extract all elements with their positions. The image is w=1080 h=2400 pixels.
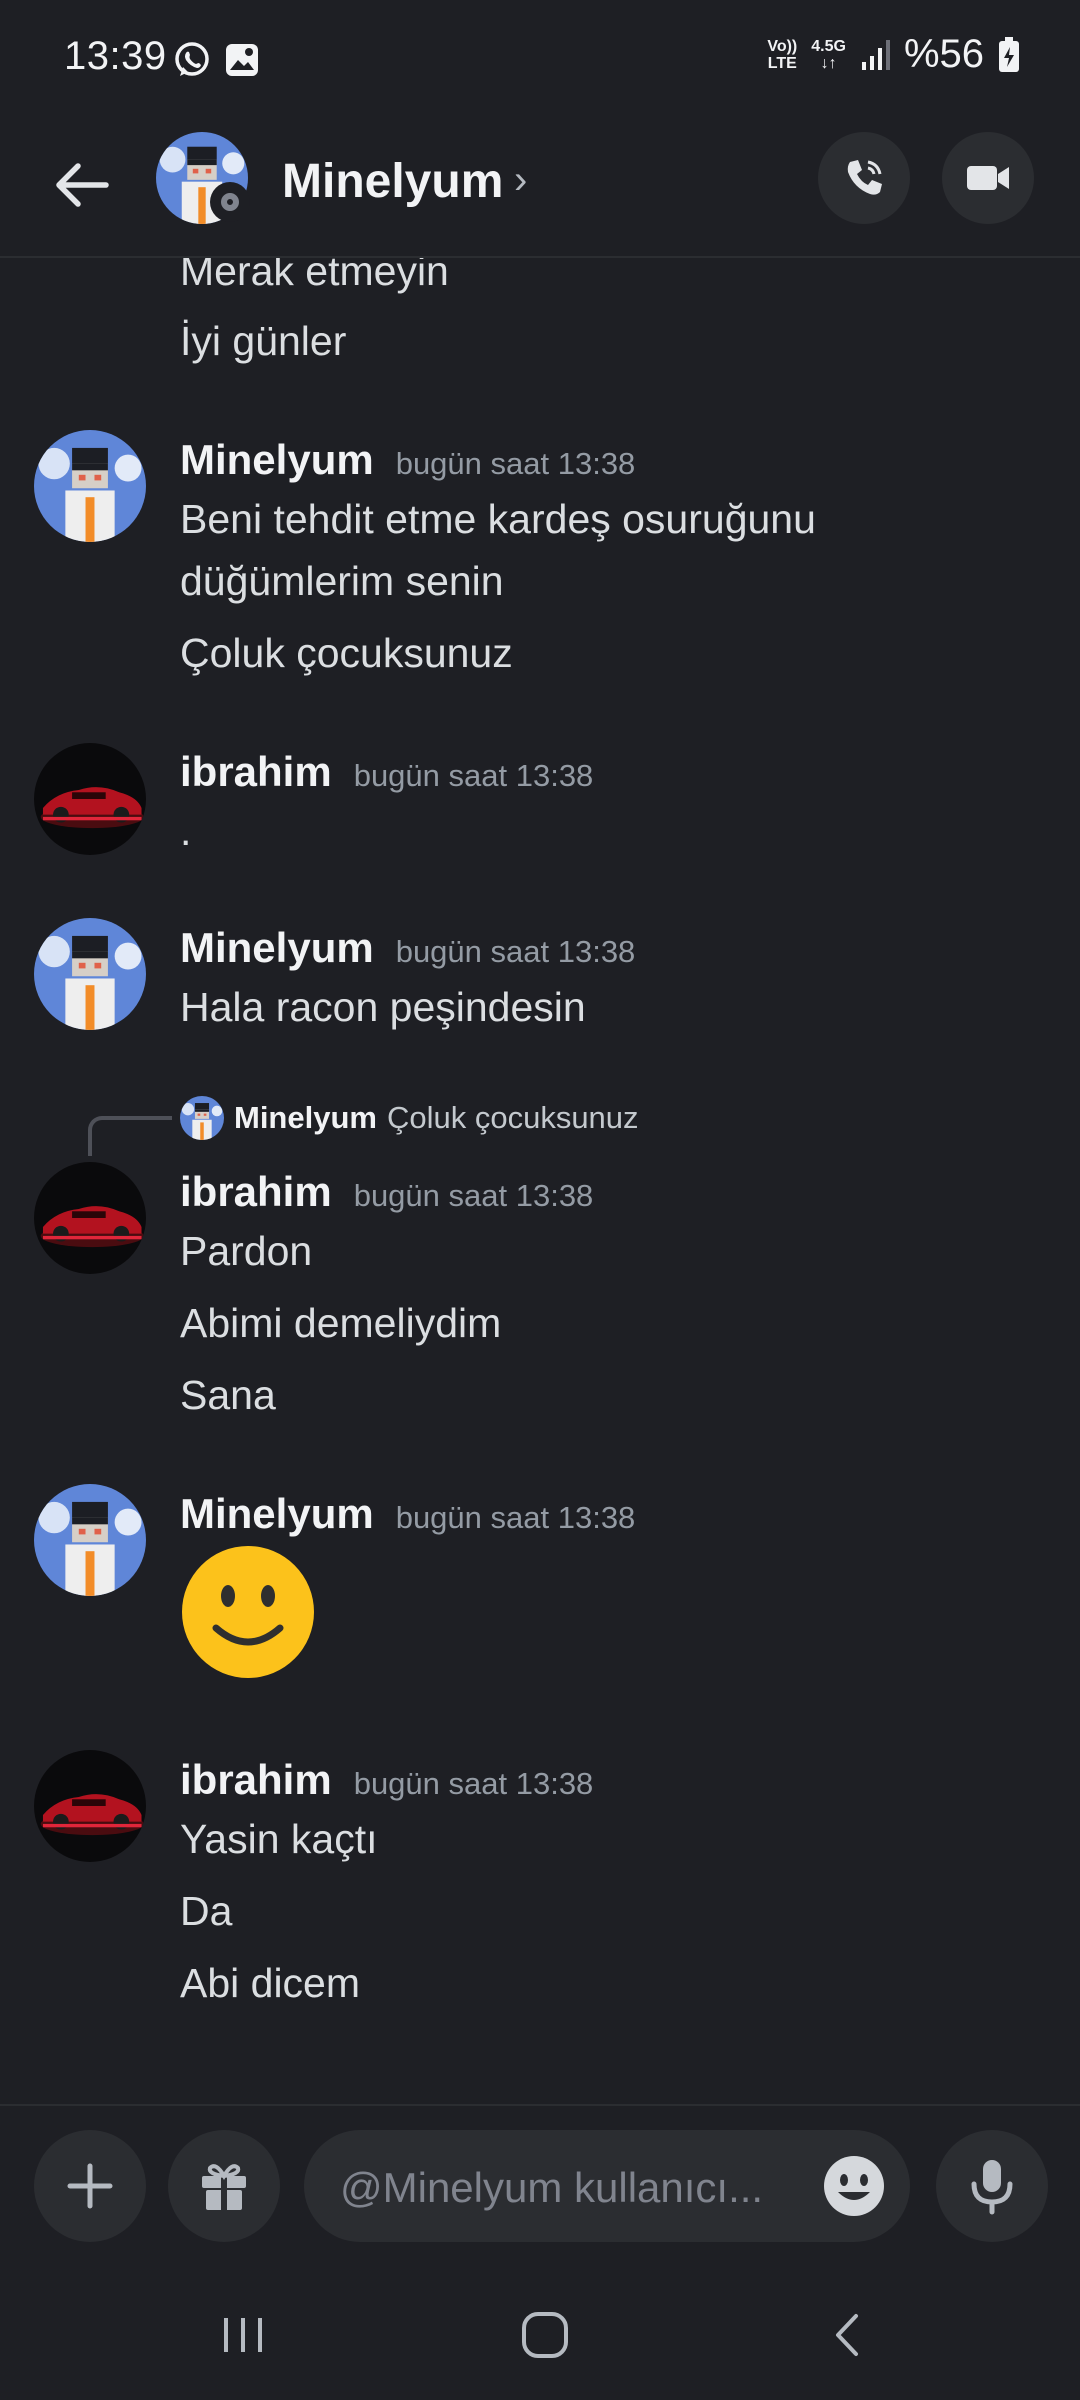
message-text: Hala racon peşindesin [180, 984, 586, 1030]
plus-icon [67, 2163, 113, 2209]
message-timestamp: bugün saat 13:38 [395, 1500, 636, 1535]
system-nav-bar [0, 2260, 1080, 2400]
message-text: Beni tehdit etme kardeş osuruğunu [180, 496, 816, 542]
status-indicators: Vo)) LTE 4.5G ↓↑ %56 [767, 32, 1020, 77]
avatar[interactable] [34, 430, 146, 542]
microphone-icon [971, 2160, 1013, 2215]
message-author[interactable]: ibrahim bugün saat 13:38 [180, 748, 593, 796]
gallery-icon [226, 44, 258, 76]
message-author[interactable]: Minelyum bugün saat 13:38 [180, 436, 635, 484]
avatar[interactable] [34, 1750, 146, 1862]
message-text: Abimi demeliydim [180, 1300, 502, 1346]
recent-apps-icon [224, 2318, 262, 2352]
gift-icon [202, 2164, 246, 2210]
video-call-button[interactable] [942, 132, 1034, 224]
message-input[interactable]: @Minelyum kullanıcı... [304, 2130, 910, 2242]
avatar[interactable] [34, 918, 146, 1030]
message-placeholder: @Minelyum kullanıcı... [340, 2164, 764, 2211]
clock: 13:39 [64, 34, 167, 78]
home-button[interactable] [510, 2300, 580, 2370]
home-icon [522, 2312, 568, 2358]
recent-apps-button[interactable] [208, 2300, 278, 2370]
offline-status-icon [210, 182, 250, 222]
reply-connector [88, 1116, 172, 1156]
message-text: Yasin kaçtı [180, 1816, 378, 1862]
message-timestamp: bugün saat 13:38 [353, 758, 594, 793]
voice-message-button[interactable] [936, 2130, 1048, 2242]
avatar [180, 1096, 224, 1140]
slightly-smiling-face-emoji[interactable] [180, 1544, 316, 1680]
reply-author: Minelyum [234, 1100, 377, 1135]
gift-button[interactable] [168, 2130, 280, 2242]
message-text: Çoluk çocuksunuz [180, 630, 513, 676]
back-icon [836, 2314, 858, 2356]
message-text: Merak etmeyin [180, 258, 449, 294]
back-arrow-icon[interactable] [46, 150, 116, 220]
signal-icon [861, 39, 890, 70]
message-author[interactable]: ibrahim bugün saat 13:38 [180, 1168, 593, 1216]
status-bar: 13:39 Vo)) LTE 4.5G ↓↑ %56 [0, 0, 1080, 120]
whatsapp-icon [175, 42, 209, 76]
avatar[interactable] [34, 1162, 146, 1274]
message-timestamp: bugün saat 13:38 [395, 446, 636, 481]
message-timestamp: bugün saat 13:38 [353, 1178, 594, 1213]
reply-text: Çoluk çocuksunuz [386, 1100, 639, 1135]
video-camera-icon [967, 166, 1009, 190]
voice-call-button[interactable] [818, 132, 910, 224]
message-text: İyi günler [180, 318, 347, 364]
message-list[interactable]: Merak etmeyin İyi günler Minelyum bugün s… [0, 258, 1080, 2098]
message-text: Abi dicem [180, 1960, 361, 2006]
attach-button[interactable] [34, 2130, 146, 2242]
back-nav-button[interactable] [814, 2300, 884, 2370]
battery-percent: %56 [903, 32, 984, 76]
chat-header: Minelyum › [0, 120, 1080, 258]
chevron-right-icon[interactable]: › [514, 158, 527, 203]
volte-icon: Vo)) LTE [767, 37, 798, 72]
avatar[interactable] [34, 1484, 146, 1596]
emoji-icon[interactable] [822, 2154, 886, 2218]
message-composer: @Minelyum kullanıcı... [0, 2104, 1080, 2262]
battery-icon [999, 36, 1019, 72]
message-author[interactable]: Minelyum bugün saat 13:38 [180, 1490, 635, 1538]
channel-name[interactable]: Minelyum [282, 154, 503, 209]
message-text: düğümlerim senin [180, 558, 504, 604]
message-text: Pardon [180, 1228, 313, 1274]
message-author[interactable]: Minelyum bugün saat 13:38 [180, 924, 635, 972]
message-text: Sana [180, 1372, 276, 1418]
message-text: Da [180, 1888, 233, 1934]
avatar[interactable] [34, 743, 146, 855]
message-timestamp: bugün saat 13:38 [353, 1766, 594, 1801]
reply-preview[interactable]: Minelyum Çoluk çocuksunuz [180, 1096, 639, 1140]
message-text: . [180, 808, 192, 854]
message-timestamp: bugün saat 13:38 [395, 934, 636, 969]
message-author[interactable]: ibrahim bugün saat 13:38 [180, 1756, 593, 1804]
phone-icon [847, 160, 882, 195]
network-type: 4.5G ↓↑ [811, 37, 846, 72]
